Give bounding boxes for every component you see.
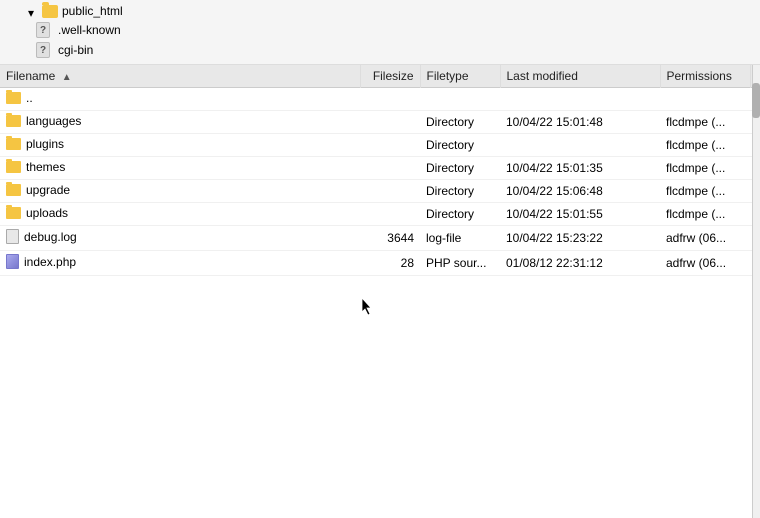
file-icon [6, 229, 19, 244]
file-name-cell: languages [0, 111, 360, 134]
file-type-cell: PHP sour... [420, 251, 500, 276]
table-row[interactable]: uploads Directory10/04/22 15:01:55flcdmpe… [0, 203, 760, 226]
file-name-label: plugins [26, 137, 64, 151]
chevron-down-icon: ▾ [28, 6, 38, 16]
file-manager: ▾ public_html ? .well-known ? cgi-bin Fi… [0, 0, 760, 518]
file-name-label: debug.log [24, 230, 77, 244]
file-permissions-cell [660, 88, 750, 111]
file-table: Filename ▲ Filesize Filetype Last modifi… [0, 65, 760, 276]
file-name-cell: themes [0, 157, 360, 180]
tree-item-public-html[interactable]: ▾ public_html [8, 2, 752, 20]
table-header-row: Filename ▲ Filesize Filetype Last modifi… [0, 65, 760, 88]
file-size-cell: 28 [360, 251, 420, 276]
folder-icon [6, 92, 21, 104]
scrollbar-thumb[interactable] [752, 83, 760, 118]
file-lastmod-cell: 10/04/22 15:01:48 [500, 111, 660, 134]
file-permissions-cell: adfrw (06... [660, 251, 750, 276]
file-permissions-cell: flcdmpe (... [660, 203, 750, 226]
tree-label-well-known: .well-known [58, 23, 121, 37]
table-row[interactable]: upgrade Directory10/04/22 15:06:48flcdmpe… [0, 180, 760, 203]
file-lastmod-cell [500, 134, 660, 157]
file-type-cell [420, 88, 500, 111]
file-lastmod-cell: 10/04/22 15:01:35 [500, 157, 660, 180]
file-name-label: upgrade [26, 183, 70, 197]
table-row[interactable]: languages Directory10/04/22 15:01:48flcdm… [0, 111, 760, 134]
file-permissions-cell: flcdmpe (... [660, 157, 750, 180]
file-size-cell [360, 111, 420, 134]
file-type-cell: Directory [420, 111, 500, 134]
file-table-container: Filename ▲ Filesize Filetype Last modifi… [0, 65, 760, 518]
file-lastmod-cell: 10/04/22 15:06:48 [500, 180, 660, 203]
file-type-cell: Directory [420, 134, 500, 157]
folder-icon [42, 5, 58, 18]
file-name-label: themes [26, 160, 65, 174]
question-icon: ? [36, 22, 50, 38]
file-name-label: uploads [26, 206, 68, 220]
file-name-cell: debug.log [0, 226, 360, 251]
file-type-cell: Directory [420, 203, 500, 226]
col-header-filesize[interactable]: Filesize [360, 65, 420, 88]
col-header-filetype[interactable]: Filetype [420, 65, 500, 88]
folder-icon [6, 115, 21, 127]
folder-icon [6, 184, 21, 196]
file-lastmod-cell: 10/04/22 15:01:55 [500, 203, 660, 226]
file-size-cell [360, 134, 420, 157]
file-size-cell: 3644 [360, 226, 420, 251]
file-name-label: index.php [24, 255, 76, 269]
file-permissions-cell: flcdmpe (... [660, 180, 750, 203]
tree-item-well-known[interactable]: ? .well-known [8, 20, 752, 40]
folder-icon [6, 138, 21, 150]
file-lastmod-cell: 01/08/12 22:31:12 [500, 251, 660, 276]
col-header-lastmod[interactable]: Last modified [500, 65, 660, 88]
folder-icon [6, 161, 21, 173]
scrollbar-track[interactable] [752, 65, 760, 518]
file-name-label: languages [26, 114, 81, 128]
file-type-cell: Directory [420, 157, 500, 180]
file-permissions-cell: adfrw (06... [660, 226, 750, 251]
table-row[interactable]: .. [0, 88, 760, 111]
file-lastmod-cell: 10/04/22 15:23:22 [500, 226, 660, 251]
file-size-cell [360, 180, 420, 203]
col-header-filename[interactable]: Filename ▲ [0, 65, 360, 88]
question-icon-cgi: ? [36, 42, 50, 58]
table-row[interactable]: debug.log 3644log-file10/04/22 15:23:22ad… [0, 226, 760, 251]
tree-section: ▾ public_html ? .well-known ? cgi-bin [0, 0, 760, 65]
sort-arrow-icon: ▲ [62, 72, 72, 83]
file-permissions-cell: flcdmpe (... [660, 111, 750, 134]
table-row[interactable]: themes Directory10/04/22 15:01:35flcdmpe … [0, 157, 760, 180]
col-header-permissions[interactable]: Permissions [660, 65, 750, 88]
file-name-label: .. [26, 91, 33, 105]
tree-label-public-html: public_html [62, 4, 123, 18]
file-name-cell: index.php [0, 251, 360, 276]
file-name-cell: uploads [0, 203, 360, 226]
file-name-cell: plugins [0, 134, 360, 157]
file-permissions-cell: flcdmpe (... [660, 134, 750, 157]
file-size-cell [360, 88, 420, 111]
folder-icon [6, 207, 21, 219]
php-file-icon [6, 254, 19, 269]
file-size-cell [360, 203, 420, 226]
file-name-cell: .. [0, 88, 360, 111]
tree-item-cgi-bin[interactable]: ? cgi-bin [8, 40, 752, 60]
file-size-cell [360, 157, 420, 180]
table-row[interactable]: pluginsDirectoryflcdmpe (...ftp ftp [0, 134, 760, 157]
table-row[interactable]: index.php 28PHP sour...01/08/12 22:31:12a… [0, 251, 760, 276]
file-type-cell: log-file [420, 226, 500, 251]
file-type-cell: Directory [420, 180, 500, 203]
file-lastmod-cell [500, 88, 660, 111]
tree-label-cgi-bin: cgi-bin [58, 43, 93, 57]
file-name-cell: upgrade [0, 180, 360, 203]
